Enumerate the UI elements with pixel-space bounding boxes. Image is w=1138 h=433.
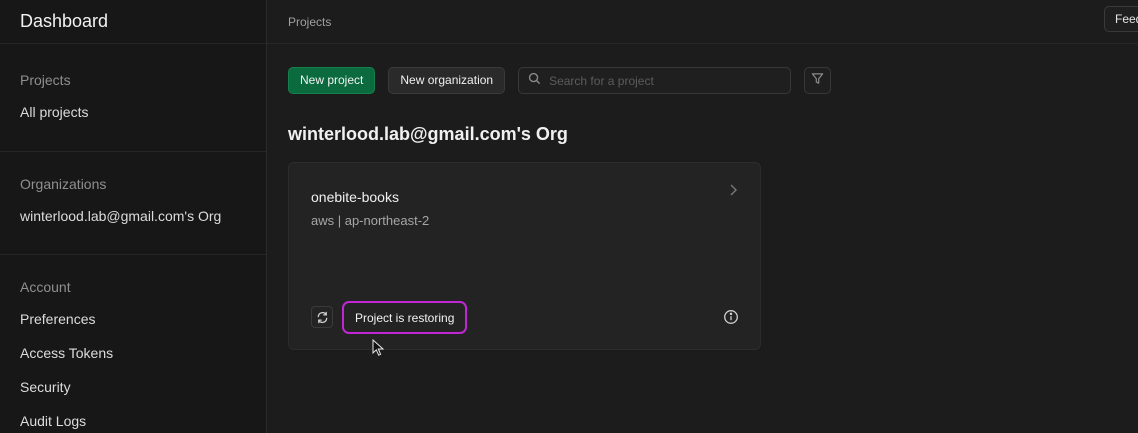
status-text: Project is restoring	[355, 310, 455, 325]
new-project-button[interactable]: New project	[288, 67, 376, 94]
new-organization-button[interactable]: New organization	[388, 67, 506, 94]
main-content: Projects Feedback New project New organi…	[267, 0, 1138, 433]
section-heading-account: Account	[20, 279, 71, 295]
app: Dashboard Projects All projects Organiza…	[0, 0, 1138, 433]
sidebar: Dashboard Projects All projects Organiza…	[0, 0, 267, 433]
project-card[interactable]: onebite-books aws | ap-northeast-2 Proje…	[288, 162, 761, 350]
sidebar-item-all-projects[interactable]: All projects	[20, 102, 246, 122]
topbar: Projects Feedback	[267, 0, 1138, 44]
search-icon	[528, 72, 541, 90]
sidebar-item-audit-logs[interactable]: Audit Logs	[20, 411, 246, 433]
project-region: aws | ap-northeast-2	[311, 213, 430, 228]
status-badge: Project is restoring	[342, 301, 468, 334]
feedback-button[interactable]: Feedback	[1104, 6, 1138, 32]
sidebar-section-projects: Projects All projects	[0, 44, 266, 152]
actions-bar: New project New organization	[288, 67, 832, 94]
org-title: winterlood.lab@gmail.com's Org	[288, 124, 568, 144]
section-heading-projects: Projects	[20, 72, 71, 88]
sidebar-header: Dashboard	[0, 0, 266, 44]
sidebar-item-access-tokens[interactable]: Access Tokens	[20, 343, 246, 377]
project-name: onebite-books	[311, 189, 399, 205]
filter-icon	[811, 72, 824, 90]
sidebar-item-preferences[interactable]: Preferences	[20, 309, 246, 343]
chevron-right-icon	[728, 183, 738, 202]
mouse-cursor-icon	[372, 338, 386, 362]
info-icon[interactable]	[723, 309, 739, 330]
restore-icon	[311, 306, 333, 328]
filter-button[interactable]	[804, 67, 832, 94]
search-box[interactable]	[518, 67, 792, 94]
sidebar-section-account: Account Preferences Access Tokens Securi…	[0, 255, 266, 433]
search-input[interactable]	[549, 73, 770, 88]
sidebar-item-org[interactable]: winterlood.lab@gmail.com's Org	[20, 206, 246, 226]
sidebar-item-security[interactable]: Security	[20, 377, 246, 411]
sidebar-title[interactable]: Dashboard	[20, 11, 108, 32]
breadcrumb[interactable]: Projects	[288, 15, 331, 29]
sidebar-section-organizations: Organizations winterlood.lab@gmail.com's…	[0, 152, 266, 255]
section-heading-organizations: Organizations	[20, 176, 107, 192]
